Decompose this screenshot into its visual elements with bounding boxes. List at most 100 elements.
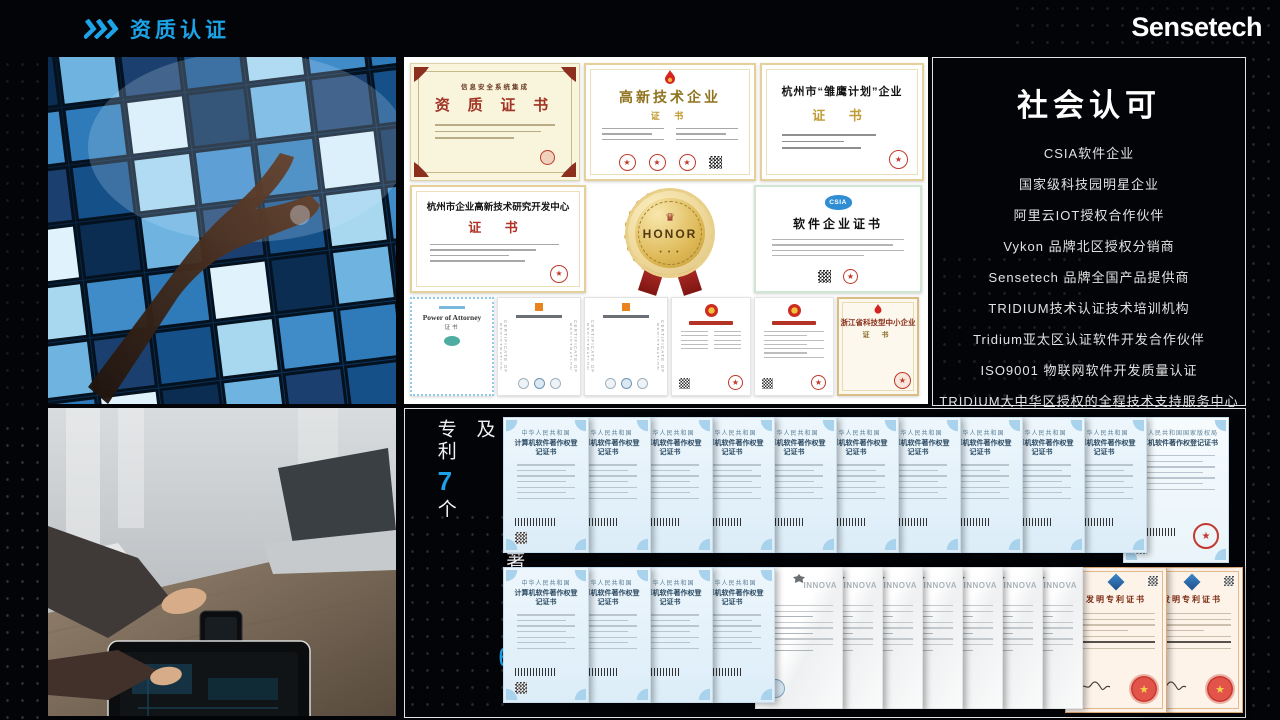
brand-logo: Sensetech <box>1131 12 1262 43</box>
certificate-subtitle: 证 书 <box>762 105 922 124</box>
recognition-item: TRIDIUM技术认证技术培训机构 <box>939 298 1239 317</box>
accreditation-logos <box>498 378 580 389</box>
title-bar <box>516 315 562 318</box>
seal-row <box>586 154 754 171</box>
qr-code-icon <box>1224 576 1234 586</box>
patent-count: 7 <box>430 468 460 494</box>
certificate-subtitle: 证书 <box>412 323 492 331</box>
certificate-of-registration: CERTIFICATE OF REGISTRATION CERTIFICATE … <box>584 297 668 396</box>
section-header: 资质认证 <box>84 14 230 44</box>
recognition-item: ISO9001 物联网软件开发质量认证 <box>939 360 1239 379</box>
certificate-power-of-attorney: Power of Attorney 证书 <box>410 297 494 396</box>
corner-ornament-icon <box>414 67 429 82</box>
csia-logo-icon: CSIA <box>825 195 852 210</box>
crown-icon <box>665 208 675 226</box>
certificate-title: 浙江省科技型中小企业 <box>839 317 917 328</box>
red-seal-icon <box>894 372 911 389</box>
certificate-subtitle: 证 书 <box>412 217 584 236</box>
page-title: 资质认证 <box>130 14 230 44</box>
qr-code-icon <box>515 532 527 544</box>
red-seal-icon <box>1207 676 1233 702</box>
certificate-rd-center: 杭州市企业高新技术研究开发中心 证 书 <box>410 185 586 293</box>
triple-chevron-icon <box>84 19 120 39</box>
recognition-item: Sensetech 品牌全国产品提供商 <box>939 267 1239 286</box>
corner-ornament-icon <box>561 67 576 82</box>
particle-texture <box>0 420 50 720</box>
registrar-logo-icon <box>622 303 630 311</box>
recognition-item: TRIDIUM大中华区授权的全程技术支持服务中心 <box>939 391 1239 410</box>
certificate-software-enterprise: CSIA 软件企业证书 <box>754 185 922 293</box>
certificate-title: 软件企业证书 <box>756 215 920 232</box>
flame-icon <box>873 304 883 315</box>
recognition-item: Vykon 品牌北区授权分销商 <box>939 236 1239 255</box>
particle-texture <box>0 56 46 416</box>
recognition-item: CSIA软件企业 <box>939 143 1239 162</box>
text-lines <box>602 128 738 144</box>
certificate-title: 杭州市企业高新技术研究开发中心 <box>412 199 584 213</box>
qr-code-icon <box>709 156 722 169</box>
national-emblem-icon <box>788 304 801 317</box>
patent-certificates-row: 中华人民共和国计算机软件著作权登记证书中华人民共和国计算机软件著作权登记证书中华… <box>503 567 1243 717</box>
certificate-title: 高新技术企业 <box>586 87 754 107</box>
title-bar <box>772 321 816 325</box>
qr-code-icon <box>762 378 773 389</box>
registrar-logo-icon <box>535 303 543 311</box>
text-lines <box>430 244 566 262</box>
certificate-wall-panel: 信息安全系统集成 资 质 证 书 高新技术企业 证 书 <box>404 57 928 404</box>
certificate-zhejiang-sme: 浙江省科技型中小企业 证 书 <box>837 297 919 396</box>
qr-code-icon <box>818 270 831 283</box>
corner-ornament-icon <box>414 162 429 177</box>
red-seal-icon <box>843 269 858 284</box>
certificate-high-tech-enterprise: 高新技术企业 证 书 <box>584 63 756 181</box>
accreditation-logos <box>585 378 667 389</box>
red-seal-icon <box>889 150 908 169</box>
photo-touchscreen-wall <box>48 57 396 404</box>
text-lines <box>514 324 564 342</box>
red-seal-icon <box>811 375 826 390</box>
certificate-of-registration: CERTIFICATE OF REGISTRATION CERTIFICATE … <box>497 297 581 396</box>
cnipa-logo-icon <box>1108 574 1125 591</box>
flame-icon <box>663 70 677 86</box>
software-copyright-certificate: 中华人民共和国计算机软件著作权登记证书 <box>503 417 589 553</box>
certificate-subtitle: 证 书 <box>586 109 754 122</box>
text-lines <box>772 239 904 256</box>
recognition-item: 国家级科技园明星企业 <box>939 174 1239 193</box>
qr-code-icon <box>1148 576 1158 586</box>
barcode-icon <box>515 668 555 676</box>
certificate-title: 杭州市“雏鹰计划”企业 <box>762 83 922 99</box>
certificate-title: 资 质 证 书 <box>411 94 579 115</box>
medal-label: HONOR <box>643 227 698 241</box>
red-seal-icon <box>550 265 568 283</box>
social-recognition-panel: 社会认可 CSIA软件企业国家级科技园明星企业阿里云IOT授权合作伙伴 Vykon… <box>932 57 1246 406</box>
national-emblem-icon <box>705 304 718 317</box>
text-lines <box>681 331 741 349</box>
title-bar <box>689 321 733 325</box>
software-copyright-certificate: 中华人民共和国计算机软件著作权登记证书 <box>503 567 589 703</box>
note-patent-column: 专利7个 <box>427 419 461 707</box>
red-seal-icon <box>1193 523 1219 549</box>
photo-office-workspace <box>48 408 396 716</box>
certificate-subtitle: 信息安全系统集成 <box>411 81 579 91</box>
corner-ornament-icon <box>561 162 576 177</box>
recognition-item: 阿里云IOT授权合作伙伴 <box>939 205 1239 224</box>
red-seal-icon <box>540 150 555 165</box>
copyright-patent-panel: 取得相关软件著作权共60+项及 专利7个 中华人民共和国计算机软件著作权登记证书… <box>404 408 1246 718</box>
text-lines <box>435 124 555 139</box>
signature-icon <box>1078 680 1112 692</box>
medal-dots <box>659 241 680 259</box>
barcode-icon <box>515 518 555 526</box>
cnipa-logo-icon <box>1184 574 1201 591</box>
red-seal-icon <box>619 154 636 171</box>
medal-core: HONOR <box>628 191 712 275</box>
panel-heading: 社会认可 <box>933 80 1245 125</box>
honor-medal: HONOR <box>610 186 730 292</box>
particle-texture <box>1246 0 1280 720</box>
certificate-title: Power of Attorney <box>412 313 492 322</box>
qr-code-icon <box>679 378 690 389</box>
text-lines <box>782 134 902 149</box>
teal-oval-seal-icon <box>444 336 460 346</box>
certificate-qualification: 信息安全系统集成 资 质 证 书 <box>410 63 580 181</box>
red-seal-icon <box>649 154 666 171</box>
recognition-list: CSIA软件企业国家级科技园明星企业阿里云IOT授权合作伙伴 Vykon 品牌北区… <box>933 143 1245 410</box>
header-bar <box>439 306 465 309</box>
